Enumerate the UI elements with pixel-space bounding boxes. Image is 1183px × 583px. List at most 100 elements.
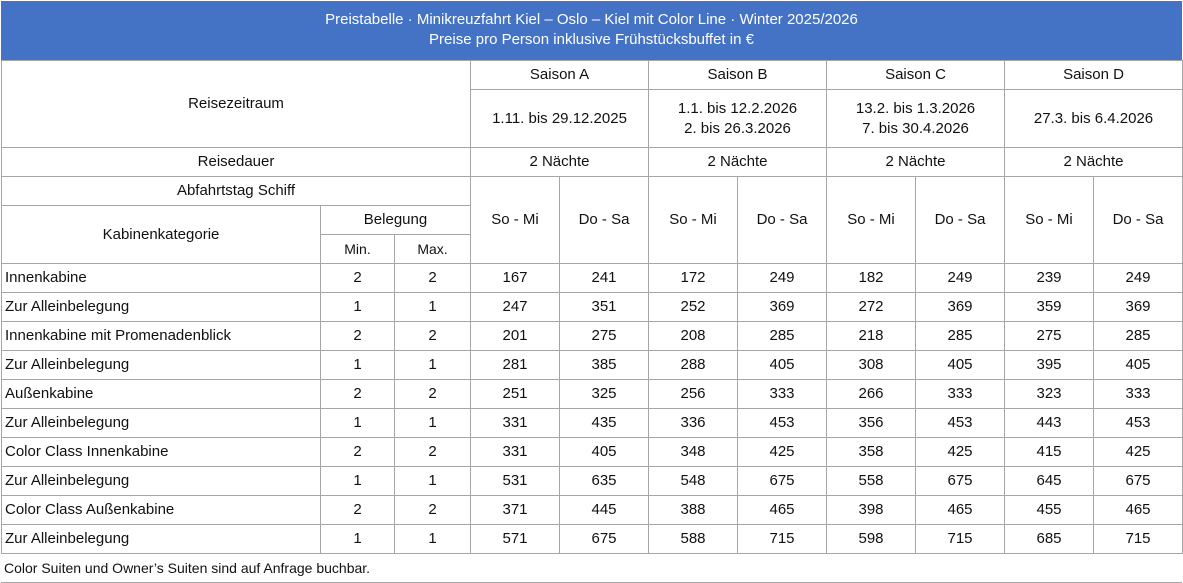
occupancy-max: 1: [394, 408, 471, 438]
price-cell: 635: [559, 466, 649, 496]
cabin-category: Innenkabine: [1, 263, 321, 293]
reisedauer-label: Reisedauer: [1, 147, 471, 177]
price-cell: 675: [915, 466, 1006, 496]
occupancy-max: 2: [394, 495, 471, 525]
max-label: Max.: [394, 234, 471, 264]
price-cell: 275: [1004, 321, 1095, 351]
occupancy-max: 2: [394, 437, 471, 467]
occupancy-min: 2: [320, 495, 395, 525]
occupancy-max: 2: [394, 263, 471, 293]
price-cell: 675: [1093, 466, 1183, 496]
season-b-day2: Do - Sa: [736, 176, 828, 264]
occupancy-min: 1: [320, 350, 395, 380]
price-cell: 445: [559, 495, 649, 525]
season-b-day1: So - Mi: [648, 176, 738, 264]
price-cell: 358: [826, 437, 917, 467]
price-cell: 351: [559, 292, 649, 322]
season-d-duration: 2 Nächte: [1004, 147, 1183, 177]
cabin-category: Color Class Innenkabine: [1, 437, 321, 467]
price-cell: 405: [915, 350, 1006, 380]
occupancy-min: 1: [320, 524, 395, 554]
cabin-category: Zur Alleinbelegung: [1, 292, 321, 322]
price-cell: 398: [826, 495, 917, 525]
duration-row: Reisedauer 2 Nächte 2 Nächte 2 Nächte 2 …: [1, 147, 1183, 177]
price-cell: 325: [559, 379, 649, 409]
occupancy-max: 1: [394, 292, 471, 322]
price-cell: 715: [1093, 524, 1183, 554]
price-cell: 531: [470, 466, 560, 496]
price-cell: 369: [1093, 292, 1183, 322]
price-cell: 405: [559, 437, 649, 467]
price-cell: 405: [736, 350, 828, 380]
table-row: Zur Alleinbelegung 1 1 281 385 288 405 308 405 39…: [1, 350, 1183, 380]
price-cell: 645: [1004, 466, 1095, 496]
table-row: Innenkabine 2 2 167 241 172 249 182 249 239 249: [1, 263, 1183, 293]
price-cell: 247: [470, 292, 560, 322]
season-b-name: Saison B: [647, 60, 828, 90]
price-cell: 715: [915, 524, 1006, 554]
price-cell: 331: [470, 437, 560, 467]
occupancy-max: 1: [394, 524, 471, 554]
table-row: Zur Alleinbelegung 1 1 247 351 252 369 272 369 35…: [1, 292, 1183, 322]
table-title: Preistabelle · Minikreuzfahrt Kiel – Osl…: [325, 11, 858, 28]
price-cell: 395: [1004, 350, 1095, 380]
cabin-category: Zur Alleinbelegung: [1, 524, 321, 554]
price-cell: 333: [1093, 379, 1183, 409]
price-cell: 685: [1004, 524, 1095, 554]
season-a-day2: Do - Sa: [559, 176, 649, 264]
price-cell: 281: [470, 350, 560, 380]
price-cell: 308: [826, 350, 917, 380]
cabin-category: Zur Alleinbelegung: [1, 408, 321, 438]
reisezeitraum-label: Reisezeitraum: [1, 60, 471, 148]
price-cell: 266: [826, 379, 917, 409]
price-cell: 455: [1004, 495, 1095, 525]
season-a-dates: 1.11. bis 29.12.2025: [470, 89, 649, 148]
occupancy-min: 2: [320, 437, 395, 467]
price-cell: 256: [648, 379, 738, 409]
season-c-day1: So - Mi: [826, 176, 917, 264]
table-title-bar: Preistabelle · Minikreuzfahrt Kiel – Osl…: [1, 1, 1182, 60]
price-cell: 675: [559, 524, 649, 554]
cabin-category: Zur Alleinbelegung: [1, 466, 321, 496]
price-table-page: Preistabelle · Minikreuzfahrt Kiel – Osl…: [0, 0, 1183, 583]
price-cell: 435: [559, 408, 649, 438]
season-a-name: Saison A: [470, 60, 649, 90]
abfahrtstag-label: Abfahrtstag Schiff: [1, 176, 471, 206]
price-cell: 249: [1093, 263, 1183, 293]
price-cell: 415: [1004, 437, 1095, 467]
price-cell: 288: [648, 350, 738, 380]
price-cell: 333: [915, 379, 1006, 409]
min-label: Min.: [320, 234, 395, 264]
occupancy-min: 1: [320, 408, 395, 438]
price-cell: 251: [470, 379, 560, 409]
price-cell: 285: [915, 321, 1006, 351]
price-cell: 405: [1093, 350, 1183, 380]
table-row: Color Class Außenkabine 2 2 371 445 388 465 398…: [1, 495, 1183, 525]
price-cell: 285: [736, 321, 828, 351]
season-c-duration: 2 Nächte: [826, 147, 1006, 177]
price-cell: 172: [648, 263, 738, 293]
occupancy-min: 2: [320, 379, 395, 409]
price-cell: 598: [826, 524, 917, 554]
season-b-dates: 1.1. bis 12.2.2026 2. bis 26.3.2026: [647, 89, 828, 148]
table-row: Color Class Innenkabine 2 2 331 405 348 425 358…: [1, 437, 1183, 467]
price-cell: 275: [559, 321, 649, 351]
price-cell: 356: [826, 408, 917, 438]
price-cell: 239: [1004, 263, 1095, 293]
price-cell: 218: [826, 321, 917, 351]
price-cell: 465: [915, 495, 1006, 525]
table-row: Zur Alleinbelegung 1 1 571 675 588 715 598 715 68…: [1, 524, 1183, 554]
price-cell: 348: [648, 437, 738, 467]
price-cell: 249: [736, 263, 828, 293]
departure-day-row: Abfahrtstag Schiff So - Mi Do - Sa So - …: [1, 176, 1183, 264]
price-cell: 558: [826, 466, 917, 496]
price-cell: 385: [559, 350, 649, 380]
table-row: Zur Alleinbelegung 1 1 331 435 336 453 356 453 44…: [1, 408, 1183, 438]
price-cell: 252: [648, 292, 738, 322]
occupancy-min: 1: [320, 466, 395, 496]
price-cell: 167: [470, 263, 560, 293]
price-cell: 465: [736, 495, 828, 525]
season-a-duration: 2 Nächte: [470, 147, 649, 177]
season-d-dates-line1: 27.3. bis 6.4.2026: [1033, 109, 1154, 127]
price-cell: 588: [648, 524, 738, 554]
